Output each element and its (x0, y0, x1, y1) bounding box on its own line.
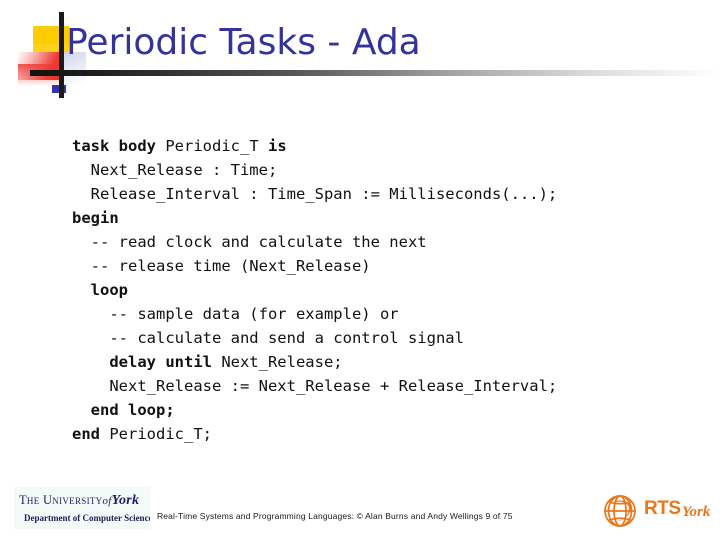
code-keyword: loop (90, 280, 128, 299)
code-block: task body Periodic_T is Next_Release : T… (72, 134, 557, 446)
code-text: -- read clock and calculate the next (90, 232, 427, 251)
code-keyword: begin (72, 208, 119, 227)
code-line: loop (72, 278, 557, 302)
university-logo: The UniversityofYork Department of Compu… (14, 487, 150, 529)
code-keyword: end (72, 424, 110, 443)
code-text: -- calculate and send a control signal (109, 328, 464, 347)
code-line: -- read clock and calculate the next (72, 230, 557, 254)
code-line: end loop; (72, 398, 557, 422)
university-name-york: York (111, 493, 140, 508)
code-line: Next_Release := Next_Release + Release_I… (72, 374, 557, 398)
code-line: delay until Next_Release; (72, 350, 557, 374)
code-line: -- sample data (for example) or (72, 302, 557, 326)
department-name: Department of Computer Science (24, 513, 150, 523)
code-text: Periodic_T; (109, 424, 212, 443)
code-keyword: is (267, 136, 287, 155)
code-line: begin (72, 206, 557, 230)
code-text: Next_Release; (221, 352, 343, 371)
vertical-bar-icon (59, 12, 64, 98)
code-text: Next_Release := Next_Release + Release_I… (109, 376, 558, 395)
code-text: Next_Release : Time; (90, 160, 278, 179)
code-keyword: task body (72, 136, 166, 155)
title-underline-rule (30, 70, 720, 76)
code-line: end Periodic_T; (72, 422, 557, 446)
yellow-square-icon (33, 26, 69, 52)
code-line: task body Periodic_T is (72, 134, 557, 158)
university-name-line: The UniversityofYork (19, 493, 139, 509)
yellow-square-shadow-icon (33, 44, 69, 54)
rts-york-label: York (682, 504, 711, 520)
slide: Periodic Tasks - Ada task body Periodic_… (0, 0, 720, 540)
code-text: -- release time (Next_Release) (90, 256, 371, 275)
university-name-the: The University (19, 493, 103, 507)
code-line: -- release time (Next_Release) (72, 254, 557, 278)
code-line: -- calculate and send a control signal (72, 326, 557, 350)
rts-label: RTS (644, 498, 681, 519)
code-line: Release_Interval : Time_Span := Millisec… (72, 182, 558, 206)
footer-credit-text: Real-Time Systems and Programming Langua… (157, 511, 513, 521)
code-text: Release_Interval : Time_Span := Millisec… (90, 184, 558, 203)
page-title: Periodic Tasks - Ada (66, 22, 421, 63)
rts-york-logo: RTS York (600, 488, 712, 534)
university-name-of: of (102, 495, 112, 507)
code-keyword: delay until (109, 352, 222, 371)
code-keyword: end loop; (90, 400, 175, 419)
code-text: -- sample data (for example) or (109, 304, 399, 323)
blue-square-icon (52, 85, 66, 93)
code-line: Next_Release : Time; (72, 158, 557, 182)
code-text: Periodic_T (165, 136, 268, 155)
globe-icon (604, 495, 636, 527)
